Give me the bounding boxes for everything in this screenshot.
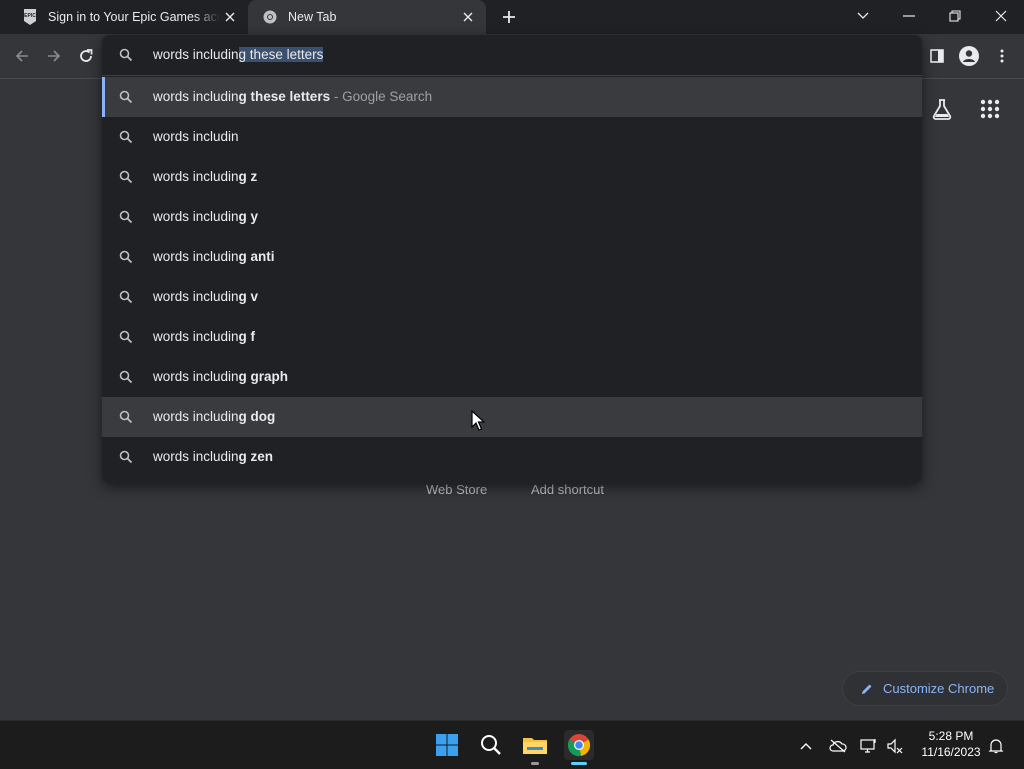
shortcut-add-shortcut[interactable]: Add shortcut <box>531 482 604 497</box>
suggestion-text: words including anti <box>153 249 275 264</box>
arrow-right-icon[interactable] <box>42 44 66 68</box>
close-tab-icon[interactable] <box>460 9 476 25</box>
omnibox-suggestion[interactable]: words including f <box>102 317 922 357</box>
suggestion-text: words including zen <box>153 449 274 464</box>
chrome-icon[interactable] <box>564 730 594 760</box>
search-icon <box>119 450 133 464</box>
divider <box>102 75 922 76</box>
search-icon <box>119 370 133 384</box>
svg-text:EPIC: EPIC <box>24 13 36 19</box>
search-icon <box>119 290 133 304</box>
customize-chrome-label: Customize Chrome <box>883 681 995 696</box>
minimize-icon[interactable] <box>886 0 932 32</box>
chrome-icon <box>262 9 278 25</box>
chevron-down-icon[interactable] <box>840 0 886 32</box>
new-tab-button[interactable] <box>498 6 520 28</box>
epic-games-icon: EPIC <box>22 9 38 25</box>
omnibox-suggestion[interactable]: words including zen <box>102 437 922 477</box>
side-panel-icon[interactable] <box>925 44 949 68</box>
customize-chrome-button[interactable]: Customize Chrome <box>843 672 1007 705</box>
tab-epic-games[interactable]: EPIC Sign in to Your Epic Games account <box>8 0 248 34</box>
search-icon <box>119 210 133 224</box>
suggestion-text: words includin <box>153 129 239 144</box>
tab-new-tab[interactable]: New Tab <box>248 0 486 34</box>
search-icon[interactable] <box>476 730 506 760</box>
pencil-icon <box>860 682 874 696</box>
selection-accent <box>102 77 105 117</box>
arrow-left-icon[interactable] <box>10 44 34 68</box>
reload-icon[interactable] <box>74 44 98 68</box>
suggestion-text: words including f <box>153 329 256 344</box>
search-icon <box>119 90 133 104</box>
suggestion-text: words including dog <box>153 409 276 424</box>
omnibox-input-text[interactable]: words including these letters <box>153 35 324 75</box>
system-clock[interactable]: 5:28 PM 11/16/2023 <box>912 728 990 760</box>
omnibox-suggestion[interactable]: words including z <box>102 157 922 197</box>
mouse-cursor <box>471 409 486 432</box>
google-apps-icon[interactable] <box>978 97 1002 121</box>
search-icon <box>119 250 133 264</box>
suggestion-text: words including z <box>153 169 258 184</box>
taskbar <box>0 720 1024 769</box>
selected-autocomplete-text: g these letters <box>238 47 324 62</box>
search-icon <box>119 130 133 144</box>
omnibox-suggestion[interactable]: words including y <box>102 197 922 237</box>
search-icon <box>119 48 133 62</box>
restore-icon[interactable] <box>932 0 978 32</box>
suggestion-text: words including v <box>153 289 259 304</box>
profile-icon[interactable] <box>957 44 981 68</box>
active-indicator <box>571 762 587 765</box>
labs-flask-icon[interactable] <box>930 97 954 121</box>
suggestion-text: words including y <box>153 209 259 224</box>
file-explorer-icon[interactable] <box>520 730 550 760</box>
chevron-up-icon[interactable] <box>797 737 815 755</box>
tab-title: Sign in to Your Epic Games account <box>48 10 220 24</box>
shortcut-web-store[interactable]: Web Store <box>426 482 487 497</box>
suggestion-text: words including these letters - Google S… <box>153 89 433 104</box>
kebab-menu-icon[interactable] <box>990 44 1014 68</box>
suggestion-text: words including graph <box>153 369 289 384</box>
close-tab-icon[interactable] <box>222 9 238 25</box>
clock-date: 11/16/2023 <box>921 745 981 759</box>
omnibox-suggestion[interactable]: words including these letters - Google S… <box>102 77 922 117</box>
omnibox-suggestion[interactable]: words including dog <box>102 397 922 437</box>
running-indicator <box>531 762 539 765</box>
omnibox-suggestion[interactable]: words includin <box>102 117 922 157</box>
onedrive-icon[interactable] <box>829 737 847 755</box>
volume-muted-icon[interactable] <box>886 737 904 755</box>
omnibox-suggestion[interactable]: words including v <box>102 277 922 317</box>
windows-start-icon[interactable] <box>432 730 462 760</box>
clock-time: 5:28 PM <box>928 729 974 743</box>
omnibox-input[interactable]: words including these letters <box>102 35 922 75</box>
omnibox-suggestion[interactable]: words including anti <box>102 237 922 277</box>
tab-strip: EPIC Sign in to Your Epic Games account … <box>0 0 1024 34</box>
search-icon <box>119 410 133 424</box>
tab-title: New Tab <box>288 10 337 24</box>
network-icon[interactable] <box>860 737 878 755</box>
search-icon <box>119 330 133 344</box>
omnibox-suggestion[interactable]: words including graph <box>102 357 922 397</box>
search-icon <box>119 170 133 184</box>
close-icon[interactable] <box>978 0 1024 32</box>
omnibox-dropdown: words including these letters words incl… <box>102 35 922 483</box>
